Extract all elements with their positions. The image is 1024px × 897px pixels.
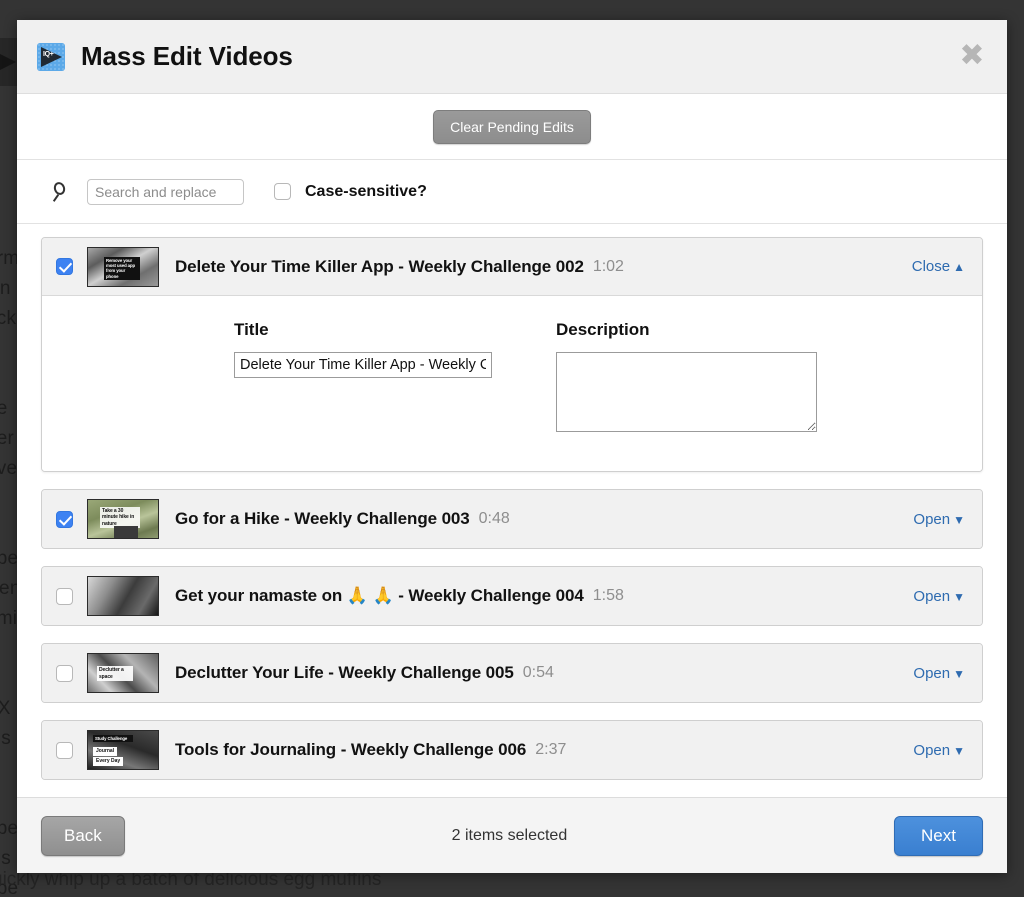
case-sensitive-checkbox[interactable] xyxy=(274,183,291,200)
video-toggle-label: Close xyxy=(911,258,951,275)
video-thumbnail: Declutter a space xyxy=(87,653,159,693)
dialog-title: Mass Edit Videos xyxy=(81,41,293,71)
case-sensitive-label: Case-sensitive? xyxy=(305,182,427,200)
next-button[interactable]: Next xyxy=(894,815,983,856)
video-select-checkbox[interactable] xyxy=(56,587,73,605)
back-button[interactable]: Back xyxy=(41,815,125,856)
video-title: Get your namaste on 🙏 🙏 - Weekly Challen… xyxy=(175,586,584,605)
thumbnail-caption: Study Challenge xyxy=(93,735,133,743)
video-select-checkbox[interactable] xyxy=(56,258,73,275)
video-edit-form: Title Description xyxy=(42,296,982,471)
video-card: Study Challenge Journal Every Day Tools … xyxy=(41,720,983,780)
title-field-label: Title xyxy=(234,320,269,339)
selection-status: 2 items selected xyxy=(451,826,568,844)
video-select-checkbox[interactable] xyxy=(56,664,73,682)
video-thumbnail: Study Challenge Journal Every Day xyxy=(87,730,159,770)
video-select-checkbox[interactable] xyxy=(56,741,73,759)
mass-edit-videos-dialog: IQ+ Mass Edit Videos ✖ Clear Pending Edi… xyxy=(17,20,1007,873)
video-title: Tools for Journaling - Weekly Challenge … xyxy=(175,740,527,759)
icon-label: IQ+ xyxy=(43,50,54,58)
video-duration: 0:48 xyxy=(478,510,510,527)
video-row-header[interactable]: Remove your most used app from your phon… xyxy=(42,238,982,296)
video-title: Declutter Your Life - Weekly Challenge 0… xyxy=(175,663,514,682)
video-play-iq-icon: IQ+ xyxy=(37,42,65,71)
video-toggle-button[interactable]: Open ▼ xyxy=(913,665,965,682)
search-icon-lens xyxy=(52,180,67,196)
video-title: Delete Your Time Killer App - Weekly Cha… xyxy=(175,256,584,276)
thumbnail-caption-2: Journal xyxy=(93,747,118,756)
video-duration: 1:58 xyxy=(592,587,624,604)
video-duration: 1:02 xyxy=(592,257,624,275)
video-row-header[interactable]: Take a 30 minute hike in nature Go for a… xyxy=(42,490,982,548)
chevron-down-icon: ▼ xyxy=(953,666,965,681)
video-card: Declutter a space Declutter Your Life - … xyxy=(41,643,983,703)
video-thumbnail: Take a 30 minute hike in nature xyxy=(87,499,159,539)
video-thumbnail xyxy=(87,576,159,616)
description-field-group: Description xyxy=(556,320,856,437)
title-input[interactable] xyxy=(234,352,492,378)
video-toggle-button[interactable]: Open ▼ xyxy=(913,742,965,759)
dialog-toolbar: Clear Pending Edits xyxy=(17,94,1007,160)
thumbnail-caption: Remove your most used app from your phon… xyxy=(104,256,140,281)
chevron-down-icon: ▼ xyxy=(953,589,965,604)
video-card: Take a 30 minute hike in nature Go for a… xyxy=(41,489,983,549)
thumbnail-caption: Take a 30 minute hike in nature xyxy=(100,507,140,529)
title-field-group: Title xyxy=(234,320,524,437)
video-title: Go for a Hike - Weekly Challenge 003 xyxy=(175,509,470,528)
search-icon xyxy=(52,180,73,202)
video-row-header[interactable]: Declutter a space Declutter Your Life - … xyxy=(42,644,982,702)
video-toggle-label: Open xyxy=(913,741,951,759)
search-icon-handle xyxy=(52,193,60,202)
chevron-down-icon: ▼ xyxy=(953,512,965,527)
close-icon[interactable]: ✖ xyxy=(959,40,985,70)
video-toggle-label: Open xyxy=(913,587,951,605)
dialog-header: IQ+ Mass Edit Videos ✖ xyxy=(17,20,1007,94)
video-toggle-label: Open xyxy=(913,664,951,682)
video-toggle-button[interactable]: Open ▼ xyxy=(913,511,965,528)
video-duration: 2:37 xyxy=(535,741,567,758)
video-card: Get your namaste on 🙏 🙏 - Weekly Challen… xyxy=(41,566,983,626)
description-textarea[interactable] xyxy=(556,352,817,432)
video-row-header[interactable]: Study Challenge Journal Every Day Tools … xyxy=(42,721,982,779)
clear-pending-edits-button[interactable]: Clear Pending Edits xyxy=(433,109,591,144)
video-thumbnail: Remove your most used app from your phon… xyxy=(87,246,159,287)
video-toggle-button[interactable]: Open ▼ xyxy=(913,588,965,605)
thumbnail-caption: Declutter a space xyxy=(97,666,133,682)
thumbnail-caption-3: Every Day xyxy=(93,757,124,766)
video-toggle-button[interactable]: Close ▲ xyxy=(912,258,965,275)
video-duration: 0:54 xyxy=(522,664,554,681)
dialog-footer: Back 2 items selected Next xyxy=(17,797,1007,873)
video-toggle-label: Open xyxy=(913,510,951,528)
case-sensitive-group: Case-sensitive? xyxy=(274,183,427,201)
description-field-label: Description xyxy=(556,320,650,339)
chevron-down-icon: ▼ xyxy=(953,743,965,758)
video-list: Remove your most used app from your phon… xyxy=(17,224,1007,797)
search-replace-bar: Case-sensitive? xyxy=(17,160,1007,224)
video-card: Remove your most used app from your phon… xyxy=(41,237,983,472)
video-row-header[interactable]: Get your namaste on 🙏 🙏 - Weekly Challen… xyxy=(42,567,982,625)
chevron-up-icon: ▲ xyxy=(953,260,965,274)
search-replace-input[interactable] xyxy=(87,178,244,205)
video-select-checkbox[interactable] xyxy=(56,510,73,528)
